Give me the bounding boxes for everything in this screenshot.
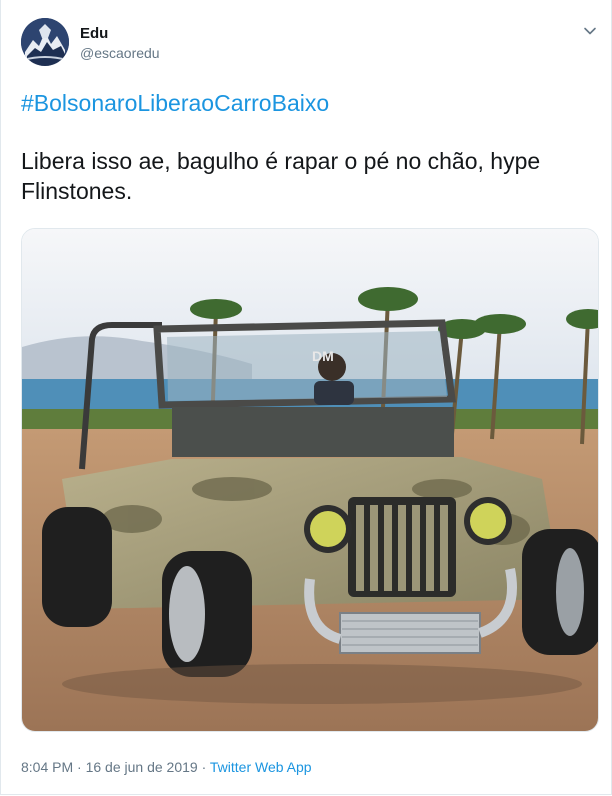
avatar-image: [21, 18, 69, 66]
tweet-photo[interactable]: DM: [21, 228, 599, 732]
avatar[interactable]: [21, 18, 69, 66]
jeep-photo: DM: [22, 229, 598, 731]
author-handle[interactable]: @escaoredu: [80, 45, 160, 61]
hashtag-link[interactable]: #BolsonaroLiberaoCarroBaixo: [21, 90, 329, 117]
tweet-date[interactable]: 16 de jun de 2019: [86, 759, 198, 775]
tweet-card: Edu @escaoredu #BolsonaroLiberaoCarroBai…: [0, 0, 612, 795]
plate-text: DM: [312, 348, 334, 364]
tweet-time[interactable]: 8:04 PM: [21, 759, 73, 775]
tweet-meta: 8:04 PM · 16 de jun de 2019 · Twitter We…: [21, 759, 312, 775]
chevron-down-icon[interactable]: [583, 24, 597, 38]
source-app-link[interactable]: Twitter Web App: [210, 759, 312, 775]
meta-separator: ·: [73, 759, 86, 775]
tweet-text: Libera isso ae, bagulho é rapar o pé no …: [21, 148, 541, 204]
author-name[interactable]: Edu: [80, 25, 108, 42]
meta-separator-2: ·: [197, 759, 210, 775]
